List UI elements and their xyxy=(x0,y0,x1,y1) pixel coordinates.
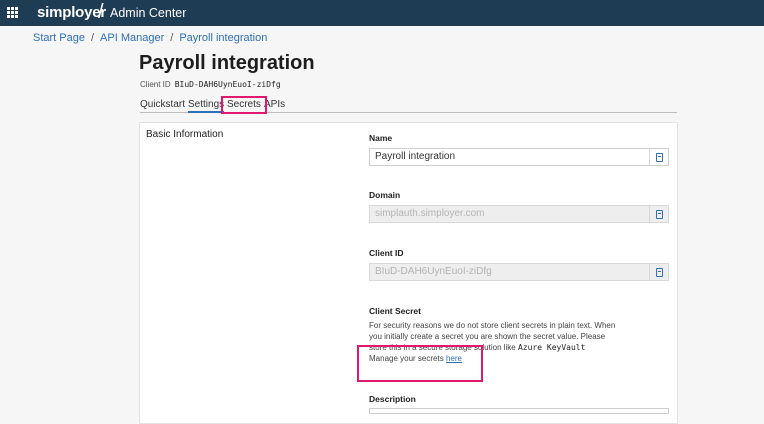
tab-apis[interactable]: APIs xyxy=(264,99,285,110)
tab-settings[interactable]: Settings xyxy=(188,99,225,113)
breadcrumb-api-manager[interactable]: API Manager xyxy=(100,32,164,44)
azure-keyvault-text: Azure KeyVault xyxy=(517,343,586,352)
client-id-line: Client ID BIuD-DAH6UynEuoI-ziDfg xyxy=(140,80,281,89)
domain-label: Domain xyxy=(369,190,401,200)
page-title: Payroll integration xyxy=(139,52,315,74)
client-secret-label: Client Secret xyxy=(369,306,421,316)
client-id-value: BIuD-DAH6UynEuoI-ziDfg xyxy=(174,80,281,89)
manage-secrets-highlight xyxy=(357,345,483,382)
clipboard-icon xyxy=(655,209,663,219)
breadcrumb-start-page[interactable]: Start Page xyxy=(33,32,85,44)
breadcrumb-current[interactable]: Payroll integration xyxy=(179,32,267,44)
client-id-field[interactable]: BIuD-DAH6UynEuoI-ziDfg xyxy=(369,263,669,281)
description-field[interactable] xyxy=(369,408,669,414)
client-id-field-label: Client ID xyxy=(369,248,404,258)
copy-client-id-button[interactable] xyxy=(649,264,668,280)
breadcrumb: Start Page / API Manager / Payroll integrati… xyxy=(33,32,267,44)
copy-domain-button[interactable] xyxy=(649,206,668,222)
clipboard-icon xyxy=(655,267,663,277)
secrets-tab-highlight xyxy=(221,96,267,114)
top-bar: simployer / Admin Center xyxy=(0,0,764,26)
name-label: Name xyxy=(369,133,393,143)
name-field[interactable]: Payroll integration xyxy=(369,148,669,166)
basic-information-heading: Basic Information xyxy=(146,129,224,140)
domain-value: simplauth.simployer.com xyxy=(375,208,485,219)
client-id-field-value: BIuD-DAH6UynEuoI-ziDfg xyxy=(375,266,492,277)
brand-logo[interactable]: simployer xyxy=(37,4,106,21)
apps-grid-icon[interactable] xyxy=(7,7,18,18)
description-label: Description xyxy=(369,394,416,404)
domain-field[interactable]: simplauth.simployer.com xyxy=(369,205,669,223)
name-value: Payroll integration xyxy=(375,151,456,162)
tab-quickstart[interactable]: Quickstart xyxy=(140,99,185,110)
client-id-label: Client ID xyxy=(140,80,171,89)
breadcrumb-separator: / xyxy=(170,32,174,44)
breadcrumb-separator: / xyxy=(90,32,95,44)
brand-divider: / xyxy=(98,1,104,23)
clipboard-icon xyxy=(655,152,663,162)
copy-name-button[interactable] xyxy=(649,149,668,165)
app-title[interactable]: Admin Center xyxy=(110,6,186,20)
